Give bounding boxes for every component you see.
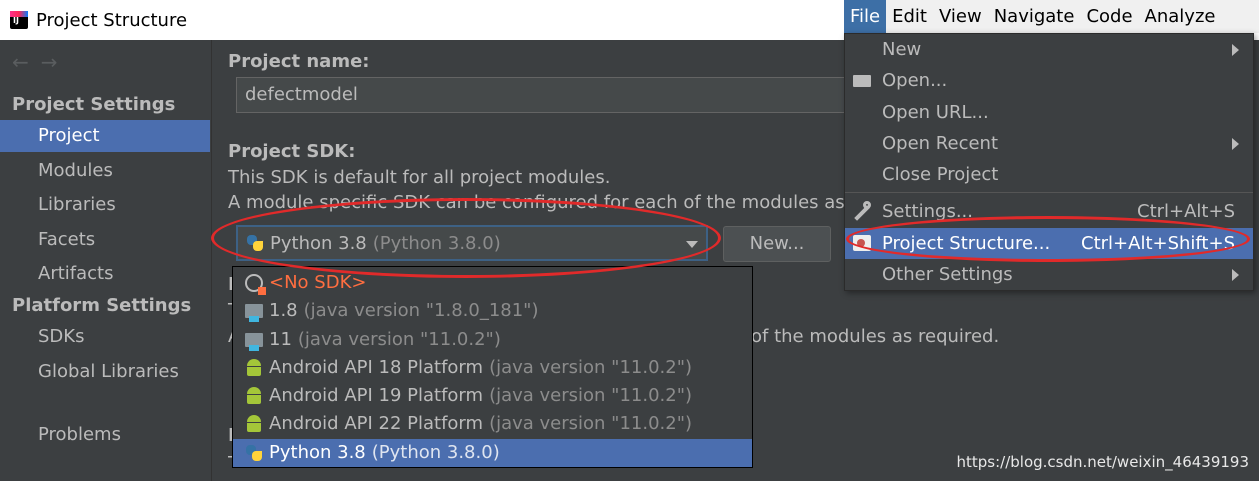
sidebar-item-project[interactable]: Project xyxy=(0,120,210,152)
chevron-right-icon xyxy=(1232,44,1239,56)
sdk-option-name: <No SDK> xyxy=(269,272,367,293)
sdk-option-jdk-1-8[interactable]: 1.8 (java version "1.8.0_181") xyxy=(233,297,752,325)
python-icon xyxy=(246,234,264,252)
sidebar-item-modules[interactable]: Modules xyxy=(0,155,210,187)
file-menu-other-settings[interactable]: Other Settings xyxy=(845,259,1253,290)
file-menu-open-url[interactable]: Open URL... xyxy=(845,97,1253,128)
menu-item-label: Close Project xyxy=(882,164,999,185)
sidebar-item-global-libraries[interactable]: Global Libraries xyxy=(0,356,210,388)
watermark-text: https://blog.csdn.net/weixin_46439193 xyxy=(956,453,1249,471)
sdk-option-name: 1.8 xyxy=(269,300,298,321)
project-name-label: Project name: xyxy=(228,51,370,72)
group-title-platform-settings: Platform Settings xyxy=(12,295,192,316)
menu-item-label: Settings... xyxy=(882,201,973,222)
no-sdk-icon xyxy=(245,274,266,295)
menu-view[interactable]: View xyxy=(933,0,988,33)
android-icon xyxy=(245,415,263,433)
partial-text-3-end: of the modules as required. xyxy=(751,326,1000,347)
android-icon xyxy=(245,359,263,377)
new-sdk-button[interactable]: New... xyxy=(723,226,831,262)
sdk-option-name: Android API 19 Platform xyxy=(269,385,484,406)
android-icon xyxy=(245,387,263,405)
file-menu-close-project[interactable]: Close Project xyxy=(845,159,1253,190)
project-structure-icon xyxy=(853,235,871,251)
menu-item-label: Open URL... xyxy=(882,102,989,123)
chevron-down-icon[interactable] xyxy=(686,241,698,248)
menu-item-label: Open Recent xyxy=(882,133,999,154)
chevron-right-icon xyxy=(1232,138,1239,150)
file-menu-project-structure[interactable]: Project Structure... Ctrl+Alt+Shift+S xyxy=(845,228,1253,259)
folder-open-icon xyxy=(853,75,871,87)
menu-file[interactable]: File xyxy=(844,0,887,33)
file-menu-new[interactable]: New xyxy=(845,34,1253,65)
sidebar-item-problems[interactable]: Problems xyxy=(0,419,210,451)
file-menu-open[interactable]: Open... xyxy=(845,65,1253,96)
sidebar-item-libraries[interactable]: Libraries xyxy=(0,189,210,221)
menu-item-shortcut: Ctrl+Alt+Shift+S xyxy=(1081,233,1235,254)
group-title-project-settings: Project Settings xyxy=(12,94,176,115)
sdk-option-android-18[interactable]: Android API 18 Platform (java version "1… xyxy=(233,354,752,382)
sdk-option-detail: (java version "11.0.2") xyxy=(489,385,693,406)
sdk-description-1: This SDK is default for all project modu… xyxy=(228,167,611,188)
sdk-option-no-sdk[interactable]: <No SDK> xyxy=(233,269,752,297)
sdk-option-name: Android API 18 Platform xyxy=(269,357,484,378)
menu-item-label: New xyxy=(882,39,922,60)
menu-item-label: Open... xyxy=(882,70,948,91)
sdk-option-name: 11 xyxy=(269,329,292,350)
sdk-option-detail: (java version "11.0.2") xyxy=(297,329,501,350)
sdk-option-detail: (java version "1.8.0_181") xyxy=(303,300,539,321)
sdk-option-name: Python 3.8 xyxy=(269,442,366,463)
sdk-option-android-22[interactable]: Android API 22 Platform (java version "1… xyxy=(233,410,752,438)
sdk-option-android-19[interactable]: Android API 19 Platform (java version "1… xyxy=(233,382,752,410)
back-forward-arrows-icon[interactable]: ←→ xyxy=(12,50,70,74)
menu-navigate[interactable]: Navigate xyxy=(988,0,1081,33)
sdk-dropdown-list: <No SDK> 1.8 (java version "1.8.0_181") … xyxy=(232,266,753,468)
menu-item-label: Project Structure... xyxy=(882,233,1051,254)
file-menu-settings[interactable]: Settings... Ctrl+Alt+S xyxy=(845,196,1253,227)
sdk-option-jdk-11[interactable]: 11 (java version "11.0.2") xyxy=(233,326,752,354)
sdk-option-name: Android API 22 Platform xyxy=(269,413,484,434)
sdk-option-detail: (java version "11.0.2") xyxy=(489,357,693,378)
intellij-logo-icon xyxy=(10,11,28,29)
menu-edit[interactable]: Edit xyxy=(886,0,933,33)
sidebar-item-artifacts[interactable]: Artifacts xyxy=(0,258,210,290)
menu-item-label: Other Settings xyxy=(882,264,1013,285)
menu-item-shortcut: Ctrl+Alt+S xyxy=(1137,201,1235,222)
sdk-option-python-3-8[interactable]: Python 3.8 (Python 3.8.0) xyxy=(233,439,752,467)
sdk-selected-detail: (Python 3.8.0) xyxy=(372,232,501,254)
project-name-input[interactable]: defectmodel xyxy=(236,77,896,113)
sidebar: ←→ Project Settings Project Modules Libr… xyxy=(0,40,212,481)
jdk-folder-icon xyxy=(245,333,263,351)
chevron-right-icon xyxy=(1232,269,1239,281)
main-menu-bar: File Edit View Navigate Code Analyze xyxy=(844,0,1259,33)
menu-code[interactable]: Code xyxy=(1080,0,1138,33)
project-sdk-label: Project SDK: xyxy=(228,141,356,162)
menu-analyze[interactable]: Analyze xyxy=(1139,0,1222,33)
file-menu-popup: New Open... Open URL... Open Recent Clos… xyxy=(844,33,1254,291)
sidebar-item-sdks[interactable]: SDKs xyxy=(0,321,210,353)
window-title: Project Structure xyxy=(36,9,188,31)
sidebar-item-facets[interactable]: Facets xyxy=(0,224,210,256)
python-icon xyxy=(245,444,263,462)
project-sdk-combobox[interactable]: Python 3.8 (Python 3.8.0) xyxy=(236,225,708,261)
jdk-folder-icon xyxy=(245,304,263,322)
sdk-option-detail: (Python 3.8.0) xyxy=(371,442,500,463)
file-menu-open-recent[interactable]: Open Recent xyxy=(845,128,1253,159)
sdk-selected-name: Python 3.8 xyxy=(270,232,367,254)
sdk-option-detail: (java version "11.0.2") xyxy=(489,413,693,434)
sdk-description-2: A module specific SDK can be configured … xyxy=(228,192,880,213)
menu-separator xyxy=(845,192,1253,193)
